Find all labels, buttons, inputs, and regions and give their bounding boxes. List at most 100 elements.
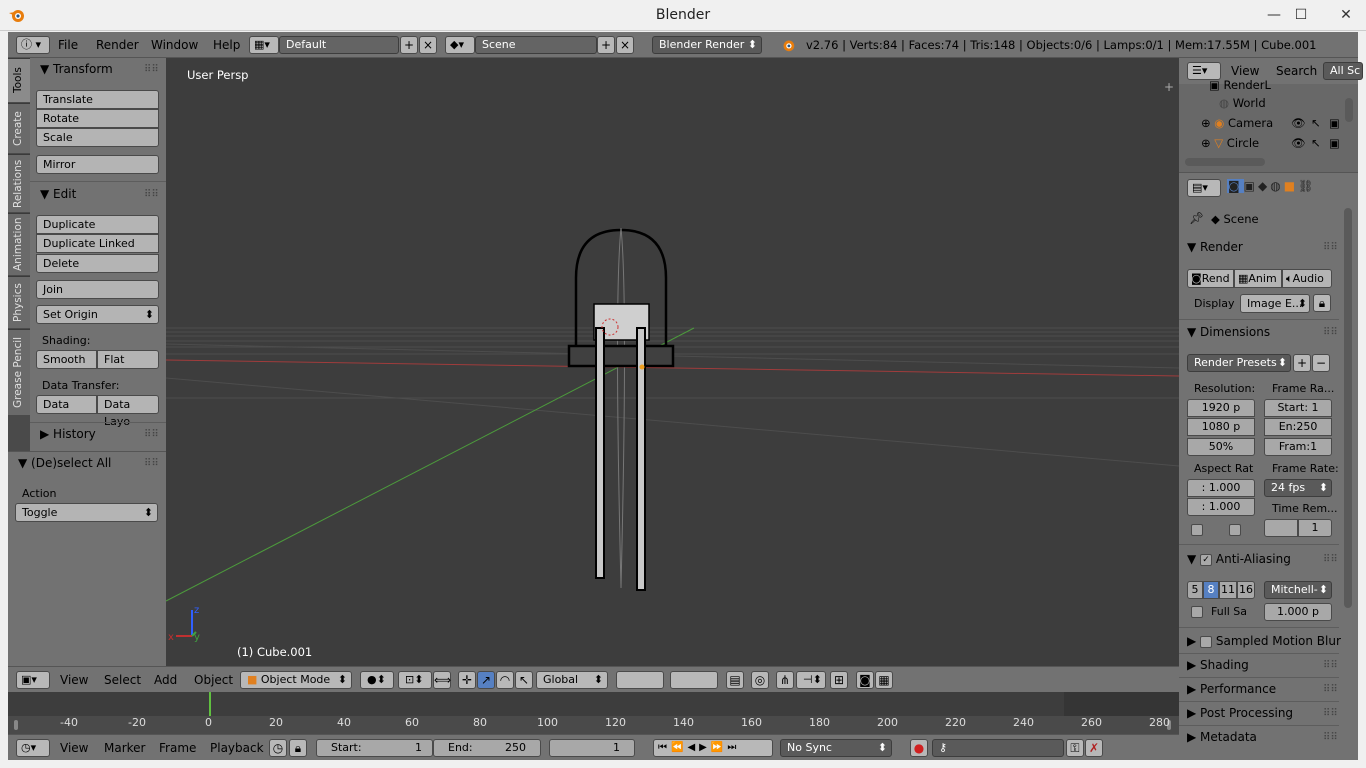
outliner-item-circle[interactable]: ⊕ ▽ Circle 👁︎ ↖ ▣ xyxy=(1201,136,1366,156)
layer-buttons-group-1[interactable] xyxy=(616,671,664,689)
editor-type-button[interactable]: ▤▾ xyxy=(1187,179,1221,197)
scale-button[interactable]: Scale xyxy=(36,128,159,147)
aa-samples-8[interactable]: 8 xyxy=(1203,581,1219,599)
keying-set-field[interactable]: ⚷ xyxy=(932,739,1064,757)
pin-icon[interactable]: 📌︎ xyxy=(1189,211,1204,225)
manipulator-toggle[interactable]: ⟺ xyxy=(433,671,451,689)
expand-icon[interactable]: ⊕ xyxy=(1201,116,1214,130)
drag-handle-icon[interactable]: ⠿⠿ xyxy=(1323,327,1338,338)
drag-handle-icon[interactable]: ⠿⠿ xyxy=(1323,732,1338,743)
viewport-expand-icon[interactable]: + xyxy=(1164,80,1174,94)
prev-keyframe-icon[interactable]: ⏪ xyxy=(671,742,687,753)
visibility-eye-icon[interactable]: 👁︎ xyxy=(1291,136,1306,150)
snap-toggle[interactable]: ⋔ xyxy=(776,671,794,689)
drag-handle-icon[interactable]: ⠿⠿ xyxy=(144,64,159,75)
close-window-button[interactable]: ✕ xyxy=(1326,4,1366,26)
menu-select[interactable]: Select xyxy=(104,673,141,687)
tab-grease-pencil[interactable]: Grease Pencil xyxy=(8,329,30,415)
set-origin-select[interactable]: Set Origin ⬍ xyxy=(36,305,159,324)
frame-end-field[interactable]: En:250 xyxy=(1264,418,1332,436)
jump-start-icon[interactable]: ⏮ xyxy=(658,742,671,753)
render-layers-tab-icon[interactable]: ▣ xyxy=(1244,179,1258,193)
edit-panel-header[interactable]: ▼ Edit xyxy=(40,187,76,201)
anti-aliasing-panel-header[interactable]: ▼ ✓ Anti-Aliasing xyxy=(1187,552,1337,566)
selectable-cursor-icon[interactable]: ↖ xyxy=(1311,136,1321,150)
menu-view[interactable]: View xyxy=(60,741,88,755)
3d-viewport[interactable]: z y x User Persp (1) Cube.001 + xyxy=(166,58,1179,666)
lock-interface-button[interactable]: 🔒︎ xyxy=(1313,294,1331,312)
motion-blur-panel-header[interactable]: ▶ Sampled Motion Blur xyxy=(1187,634,1347,648)
menu-add[interactable]: Add xyxy=(154,673,177,687)
opengl-render-button[interactable]: ◙ xyxy=(856,671,874,689)
action-select[interactable]: Toggle ⬍ xyxy=(15,503,158,522)
constraints-tab-icon[interactable]: ⛓︎ xyxy=(1298,179,1316,193)
history-panel-header[interactable]: ▶ History xyxy=(40,427,96,441)
outliner-item-camera[interactable]: ⊕ ◉ Camera 👁︎ ↖ ▣ xyxy=(1201,116,1366,136)
remove-preset-button[interactable]: − xyxy=(1312,354,1330,372)
maximize-button[interactable]: ☐ xyxy=(1287,4,1315,26)
add-preset-button[interactable]: + xyxy=(1293,354,1311,372)
add-layout-button[interactable]: + xyxy=(400,36,418,54)
snap-element-select[interactable]: ⊣⬍ xyxy=(796,671,826,689)
menu-render[interactable]: Render xyxy=(96,38,139,52)
current-frame-indicator[interactable] xyxy=(209,692,211,716)
scroll-handle-left[interactable] xyxy=(14,720,18,730)
render-tab-icon[interactable]: ◙ xyxy=(1227,179,1244,193)
time-remap-old-field[interactable] xyxy=(1264,519,1298,537)
translate-button[interactable]: Translate xyxy=(36,90,159,109)
drag-handle-icon[interactable]: ⠿⠿ xyxy=(1323,684,1338,695)
preview-range-button[interactable]: ◷ xyxy=(269,739,287,757)
delete-layout-button[interactable]: × xyxy=(419,36,437,54)
lock-range-button[interactable]: 🔒︎ xyxy=(289,739,307,757)
post-processing-panel-header[interactable]: ▶ Post Processing xyxy=(1187,706,1337,720)
delete-scene-button[interactable]: × xyxy=(616,36,634,54)
mode-select[interactable]: ■ Object Mode ⬍ xyxy=(240,671,352,689)
display-select[interactable]: Image E... ⬍ xyxy=(1240,294,1310,313)
data-button[interactable]: Data xyxy=(36,395,97,414)
proportional-edit-button[interactable]: ◎ xyxy=(751,671,769,689)
translate-mode-button[interactable]: ↗ xyxy=(477,671,495,689)
shading-mode-select[interactable]: ●⬍ xyxy=(360,671,394,689)
end-frame-field[interactable]: End: 250 xyxy=(433,739,541,757)
tab-relations[interactable]: Relations xyxy=(8,154,30,212)
menu-frame[interactable]: Frame xyxy=(159,741,196,755)
jump-end-icon[interactable]: ⏭ xyxy=(727,742,740,753)
drag-handle-icon[interactable]: ⠿⠿ xyxy=(1323,708,1338,719)
drag-handle-icon[interactable]: ⠿⠿ xyxy=(1323,242,1338,253)
filter-size-field[interactable]: 1.000 p xyxy=(1264,603,1332,621)
time-remap-new-field[interactable]: 1 xyxy=(1298,519,1332,537)
pivot-select[interactable]: ⊡⬍ xyxy=(398,671,432,689)
play-icon[interactable]: ▶ xyxy=(699,742,711,753)
performance-panel-header[interactable]: ▶ Performance xyxy=(1187,682,1337,696)
scene-name-field[interactable]: Scene xyxy=(475,36,597,54)
delete-button[interactable]: Delete xyxy=(36,254,159,273)
drag-handle-icon[interactable]: ⠿⠿ xyxy=(1323,554,1338,565)
flat-button[interactable]: Flat xyxy=(97,350,159,369)
properties-vscrollbar[interactable] xyxy=(1344,208,1352,608)
render-presets-select[interactable]: Render Presets ⬍ xyxy=(1187,354,1291,372)
renderable-camera-icon[interactable]: ▣ xyxy=(1329,116,1340,130)
duplicate-linked-button[interactable]: Duplicate Linked xyxy=(36,234,159,253)
editor-type-button[interactable]: ▣▾ xyxy=(16,671,50,689)
menu-file[interactable]: File xyxy=(58,38,78,52)
menu-view[interactable]: View xyxy=(1231,64,1259,78)
screen-layout-picker[interactable]: ▦▾ xyxy=(249,36,279,54)
aa-samples-16[interactable]: 16 xyxy=(1237,581,1255,599)
properties-context-tabs[interactable]: ◙▣◆◍■⛓︎ xyxy=(1227,179,1358,199)
scale-mode-button[interactable]: ↖ xyxy=(515,671,533,689)
data-layout-button[interactable]: Data Layo xyxy=(97,395,159,428)
drag-handle-icon[interactable]: ⠿⠿ xyxy=(144,189,159,200)
orientation-select[interactable]: Global ⬍ xyxy=(536,671,608,689)
layer-buttons-group-2[interactable] xyxy=(670,671,718,689)
layout-name-field[interactable]: Default xyxy=(279,36,399,54)
start-frame-field[interactable]: Start: 1 xyxy=(316,739,433,757)
render-audio-button[interactable]: 🔈︎Audio xyxy=(1282,269,1332,288)
world-tab-icon[interactable]: ◍ xyxy=(1270,179,1283,193)
scene-tab-icon[interactable]: ◆ xyxy=(1258,179,1270,193)
render-engine-select[interactable]: Blender Render ⬍ xyxy=(652,36,762,54)
minimize-button[interactable]: — xyxy=(1260,4,1288,26)
operator-panel-header[interactable]: ▼ (De)select All xyxy=(18,456,111,470)
menu-marker[interactable]: Marker xyxy=(104,741,145,755)
menu-help[interactable]: Help xyxy=(213,38,240,52)
playback-controls[interactable]: ⏮⏪◀▶⏩⏭ xyxy=(653,739,773,757)
